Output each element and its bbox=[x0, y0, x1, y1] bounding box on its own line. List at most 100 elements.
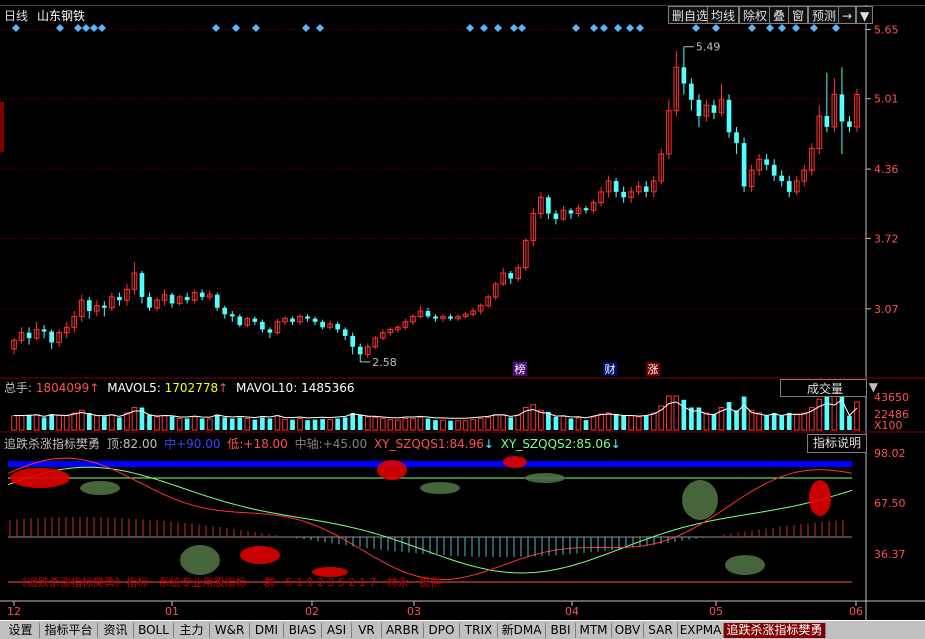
low-value: +18.00 bbox=[243, 437, 288, 451]
tab-9[interactable]: VR bbox=[352, 623, 382, 638]
indicator-header: 追跌杀涨指标樊勇 顶:82.00 中+90.00 低:+18.00 中轴:+45… bbox=[4, 437, 621, 451]
volume-bar bbox=[342, 417, 348, 430]
volume-bar bbox=[335, 418, 340, 430]
candle-body bbox=[267, 329, 273, 333]
volume-bar bbox=[530, 404, 537, 431]
tab-19[interactable]: 追跌杀涨指标樊勇 bbox=[724, 623, 826, 638]
tab-label: BOLL bbox=[138, 623, 169, 637]
tab-label: SAR bbox=[648, 623, 673, 637]
volume-bar bbox=[598, 413, 604, 431]
tab-12[interactable]: TRIX bbox=[460, 623, 498, 638]
volume-bar bbox=[312, 419, 318, 430]
tab-16[interactable]: OBV bbox=[612, 623, 644, 638]
date-label: 01 bbox=[165, 605, 179, 618]
indicator-fill-green bbox=[420, 482, 460, 494]
volume-bar bbox=[63, 415, 70, 431]
volume-bar bbox=[191, 416, 198, 431]
volume-bar bbox=[305, 420, 310, 430]
volume-bar bbox=[734, 410, 739, 430]
tab-3[interactable]: BOLL bbox=[134, 623, 174, 638]
tab-label: DPO bbox=[428, 623, 455, 637]
volume-bar bbox=[290, 419, 295, 430]
tab-15[interactable]: MTM bbox=[576, 623, 612, 638]
tab-4[interactable]: 主力 bbox=[174, 623, 210, 638]
tab-8[interactable]: ASI bbox=[322, 623, 352, 638]
tab-17[interactable]: SAR bbox=[644, 623, 678, 638]
tab-label: BIAS bbox=[288, 623, 317, 637]
tab-10[interactable]: ARBR bbox=[382, 623, 424, 638]
candle-body bbox=[252, 318, 258, 322]
candle-body bbox=[357, 346, 363, 355]
tab-2[interactable]: 资讯 bbox=[98, 623, 134, 638]
tab-13[interactable]: 新DMA bbox=[498, 623, 546, 638]
tab-0[interactable]: 设置 bbox=[2, 623, 40, 638]
tab-11[interactable]: DPO bbox=[424, 623, 460, 638]
volume-bar bbox=[86, 413, 92, 430]
toolbar-button-1[interactable]: 均线 bbox=[707, 6, 740, 24]
date-label: 06 bbox=[849, 605, 863, 618]
volume-bar bbox=[621, 415, 626, 430]
tab-label: 新DMA bbox=[501, 623, 542, 637]
candle-body bbox=[139, 273, 145, 297]
candle-body bbox=[41, 329, 47, 332]
toolbar-button-4[interactable]: 窗 bbox=[788, 6, 809, 24]
volume-bar bbox=[650, 412, 657, 431]
toolbar-button-0[interactable]: 删自选 bbox=[668, 6, 713, 24]
toolbar-button-6[interactable]: → bbox=[838, 6, 857, 24]
candle-body bbox=[568, 210, 574, 214]
indicator-fill-red bbox=[240, 546, 280, 564]
toolbar-button-5[interactable]: 预测 bbox=[808, 6, 841, 24]
volume-bar bbox=[764, 415, 769, 430]
candle-body bbox=[696, 99, 702, 117]
volume-bar bbox=[147, 414, 152, 430]
date-label: 04 bbox=[565, 605, 579, 618]
candle-body bbox=[433, 316, 438, 319]
s1-label: XY_SZQQS1: bbox=[373, 437, 450, 451]
volume-bar bbox=[154, 416, 160, 431]
candle-body bbox=[583, 208, 589, 211]
mavol5-value: 1702778 bbox=[164, 381, 219, 395]
toolbar: 删自选 均线 除权叠窗预测 → ▼ bbox=[0, 6, 925, 26]
volume-bar bbox=[448, 420, 453, 430]
top-label: 顶: bbox=[106, 437, 123, 451]
volume-bar bbox=[297, 418, 303, 431]
volume-bar bbox=[583, 420, 589, 430]
tab-7[interactable]: BIAS bbox=[284, 623, 322, 638]
indicator-axis-label: 36.37 bbox=[874, 548, 906, 561]
s1-value: 84.96 bbox=[449, 437, 484, 451]
volume-selector[interactable]: 成交量 ▼ bbox=[780, 379, 878, 397]
candle-body bbox=[508, 273, 514, 279]
price-tick-label: 5.01 bbox=[874, 93, 899, 106]
event-marker-zhang: 涨 bbox=[648, 363, 659, 376]
candle-body bbox=[764, 159, 769, 165]
candle-body bbox=[643, 186, 649, 192]
toolbar-button-3[interactable]: 叠 bbox=[769, 6, 790, 24]
indicator-explain-button[interactable]: 指标说明 bbox=[807, 434, 867, 453]
indicator-fill-green bbox=[525, 473, 565, 483]
volume-bar bbox=[425, 418, 431, 430]
kline-chart[interactable]: 5.655.014.363.723.0712 01 02 03 04 05 065.492.… bbox=[0, 0, 925, 620]
top-value: 82.00 bbox=[122, 437, 158, 451]
tab-6[interactable]: DMI bbox=[250, 623, 284, 638]
volume-bar bbox=[492, 414, 499, 431]
toolbar-button-2[interactable]: 除权 bbox=[739, 6, 772, 24]
candle-body bbox=[320, 321, 325, 328]
toolbar-button-label: 除权 bbox=[743, 9, 768, 23]
candle-body bbox=[342, 329, 348, 336]
tab-label: ARBR bbox=[385, 623, 420, 637]
tab-18[interactable]: EXPMA bbox=[678, 623, 724, 638]
tab-1[interactable]: 指标平台 bbox=[40, 623, 98, 638]
candle-body bbox=[824, 116, 830, 127]
tab-label: W&R bbox=[214, 623, 245, 637]
axis-label: 中轴: bbox=[294, 437, 323, 451]
volume-bar bbox=[206, 418, 213, 431]
candle-body bbox=[26, 332, 32, 339]
s2-label: XY_SZQQS2: bbox=[500, 437, 577, 451]
toolbar-button-7[interactable]: ▼ bbox=[856, 6, 874, 24]
volume-bar bbox=[801, 412, 808, 431]
total-value: 1804099 bbox=[35, 381, 90, 395]
tab-5[interactable]: W&R bbox=[210, 623, 250, 638]
tab-14[interactable]: BBI bbox=[546, 623, 576, 638]
volume-bar bbox=[433, 420, 438, 430]
volume-bar bbox=[681, 399, 687, 430]
